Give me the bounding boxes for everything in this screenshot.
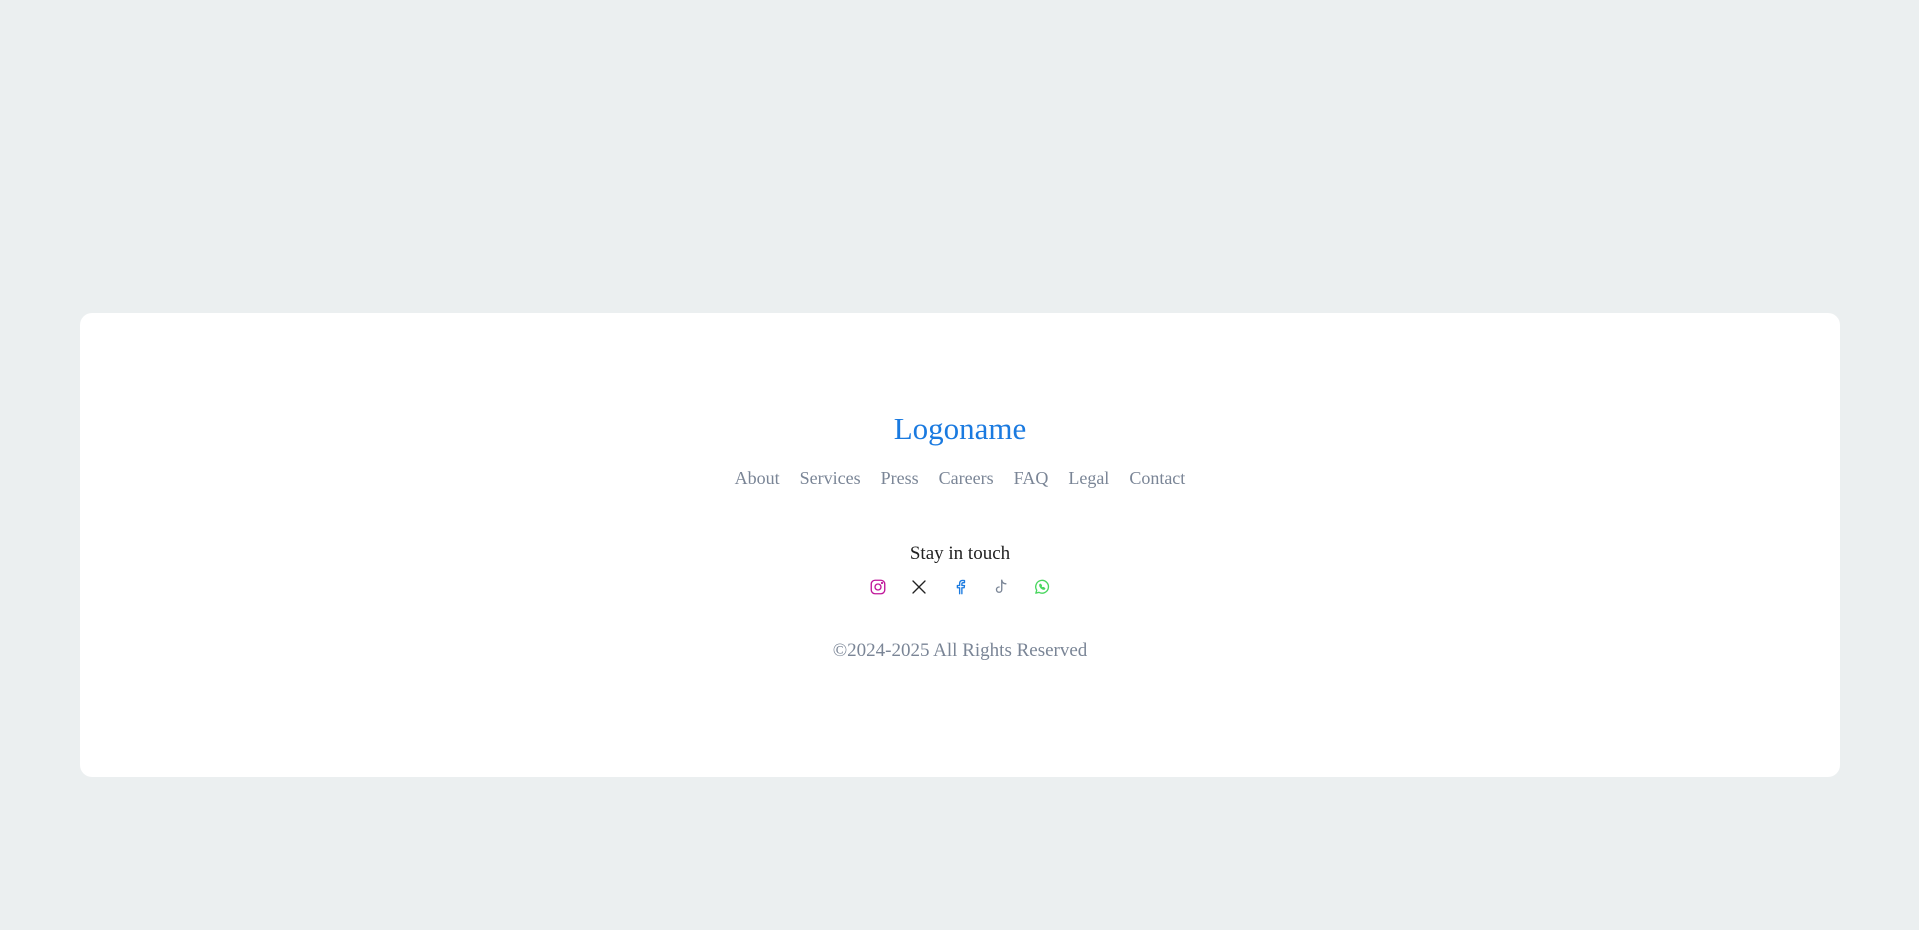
social-links	[869, 578, 1051, 596]
facebook-icon[interactable]	[951, 578, 969, 596]
copyright-text: ©2024-2025 All Rights Reserved	[832, 640, 1088, 661]
logo[interactable]: Logoname	[894, 411, 1027, 447]
nav-link-press[interactable]: Press	[881, 467, 919, 489]
nav-link-about[interactable]: About	[735, 467, 780, 489]
x-icon[interactable]	[910, 578, 928, 596]
instagram-icon[interactable]	[869, 578, 887, 596]
nav-link-careers[interactable]: Careers	[939, 467, 994, 489]
stay-in-touch-title: Stay in touch	[909, 543, 1011, 564]
nav-link-contact[interactable]: Contact	[1129, 467, 1185, 489]
whatsapp-icon[interactable]	[1033, 578, 1051, 596]
footer-card: Logoname About Services Press Careers FA…	[80, 313, 1840, 777]
nav-link-services[interactable]: Services	[800, 467, 861, 489]
footer-nav: About Services Press Careers FAQ Legal C…	[735, 467, 1186, 489]
nav-link-faq[interactable]: FAQ	[1014, 467, 1049, 489]
tiktok-icon[interactable]	[992, 578, 1010, 596]
nav-link-legal[interactable]: Legal	[1068, 467, 1109, 489]
